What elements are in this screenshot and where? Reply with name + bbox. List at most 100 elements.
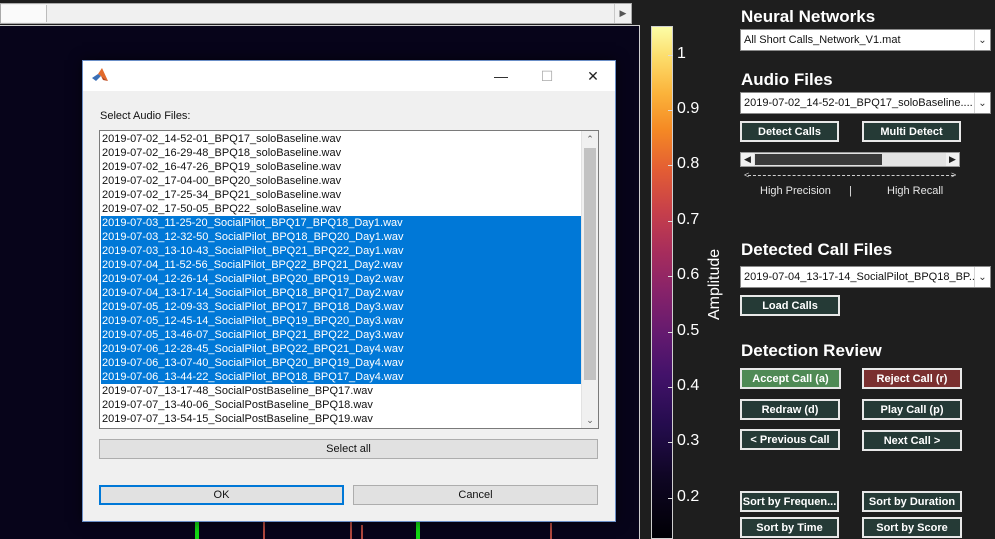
time-scrollbar-thumb[interactable] xyxy=(1,5,47,22)
previous-call-button[interactable]: < Previous Call xyxy=(740,429,840,450)
dialog-prompt: Select Audio Files: xyxy=(100,110,191,122)
dialog-titlebar[interactable]: — ☐ ✕ xyxy=(83,61,615,91)
slider-right-arrow-icon[interactable]: ▶ xyxy=(946,153,959,166)
listbox-scrollbar[interactable]: ⌃ ⌄ xyxy=(581,131,598,428)
high-recall-label: High Recall xyxy=(887,185,944,197)
maximize-button[interactable]: ☐ xyxy=(524,61,570,91)
amplitude-colorbar xyxy=(651,26,673,539)
list-item[interactable]: 2019-07-06_13-44-22_SocialPilot_BPQ18_BP… xyxy=(101,370,582,384)
list-item[interactable]: 2019-07-04_11-52-56_SocialPilot_BPQ22_BP… xyxy=(101,258,582,272)
list-item[interactable]: 2019-07-02_14-52-01_BPQ17_soloBaseline.w… xyxy=(101,132,341,146)
sort-by-frequency-button[interactable]: Sort by Frequen... xyxy=(740,491,839,512)
colorbar-label: Amplitude xyxy=(706,248,723,320)
spectrogram-call-blip xyxy=(361,525,363,539)
colorbar-tick-mark xyxy=(668,110,673,111)
list-item[interactable]: 2019-07-02_17-50-05_BPQ22_soloBaseline.w… xyxy=(101,202,341,216)
sort-by-score-button[interactable]: Sort by Score xyxy=(862,517,962,538)
sort-by-time-button[interactable]: Sort by Time xyxy=(740,517,839,538)
minimize-button[interactable]: — xyxy=(478,61,524,91)
colorbar-tick-mark xyxy=(668,165,673,166)
colorbar-tick-label: 0.5 xyxy=(677,322,700,339)
colorbar-tick-mark xyxy=(668,276,673,277)
chevron-down-icon[interactable]: ⌄ xyxy=(974,30,990,50)
slider-position xyxy=(755,154,882,165)
call-marker xyxy=(195,519,199,539)
detection-review-title: Detection Review xyxy=(741,341,882,360)
precision-recall-slider[interactable]: ◀ ▶ xyxy=(740,152,960,167)
list-item[interactable]: 2019-07-04_13-17-14_SocialPilot_BPQ18_BP… xyxy=(101,286,582,300)
list-item[interactable]: 2019-07-07_13-17-48_SocialPostBaseline_B… xyxy=(101,384,373,398)
colorbar-tick-label: 0.6 xyxy=(677,266,700,283)
matlab-icon xyxy=(92,68,108,81)
list-item[interactable]: 2019-07-07_13-40-06_SocialPostBaseline_B… xyxy=(101,398,373,412)
audio-file-select[interactable]: 2019-07-02_14-52-01_BPQ17_soloBaseline..… xyxy=(740,92,991,114)
colorbar-tick-mark xyxy=(668,55,673,56)
slider-separator: | xyxy=(849,185,852,197)
colorbar-tick-label: 0.9 xyxy=(677,100,700,117)
spectrogram-call-blip xyxy=(263,519,265,539)
list-item[interactable]: 2019-07-05_12-09-33_SocialPilot_BPQ17_BP… xyxy=(101,300,582,314)
list-item[interactable]: 2019-07-04_12-26-14_SocialPilot_BPQ20_BP… xyxy=(101,272,582,286)
list-item[interactable]: 2019-07-02_17-25-34_BPQ21_soloBaseline.w… xyxy=(101,188,341,202)
scroll-right-arrow-icon[interactable]: ▶ xyxy=(614,4,631,23)
spectrogram-call-blip xyxy=(550,523,552,539)
colorbar-tick-mark xyxy=(668,442,673,443)
redraw-button[interactable]: Redraw (d) xyxy=(740,399,840,420)
colorbar-tick-label: 0.3 xyxy=(677,432,700,449)
multi-detect-button[interactable]: Multi Detect xyxy=(862,121,961,142)
chevron-down-icon[interactable]: ⌄ xyxy=(974,93,990,113)
list-item[interactable]: 2019-07-02_16-29-48_BPQ18_soloBaseline.w… xyxy=(101,146,341,160)
call-marker xyxy=(416,519,420,539)
neural-networks-title: Neural Networks xyxy=(741,7,876,26)
list-item[interactable]: 2019-07-03_13-10-43_SocialPilot_BPQ21_BP… xyxy=(101,244,582,258)
detected-call-file-select[interactable]: 2019-07-04_13-17-14_SocialPilot_BPQ18_BP… xyxy=(740,266,991,288)
cancel-button[interactable]: Cancel xyxy=(353,485,598,505)
next-call-button[interactable]: Next Call > xyxy=(862,430,962,451)
list-item[interactable]: 2019-07-02_16-47-26_BPQ19_soloBaseline.w… xyxy=(101,160,341,174)
scroll-up-arrow-icon[interactable]: ⌃ xyxy=(582,131,598,147)
colorbar-tick-label: 0.4 xyxy=(677,377,700,394)
list-item[interactable]: 2019-07-03_11-25-20_SocialPilot_BPQ17_BP… xyxy=(101,216,582,230)
colorbar-tick-label: 0.8 xyxy=(677,155,700,172)
range-left-arrow-icon: < xyxy=(744,170,750,180)
high-precision-label: High Precision xyxy=(760,185,831,197)
accept-call-button[interactable]: Accept Call (a) xyxy=(740,368,841,389)
load-calls-button[interactable]: Load Calls xyxy=(740,295,840,316)
slider-range-line xyxy=(748,175,954,176)
network-select-value: All Short Calls_Network_V1.mat xyxy=(744,34,901,46)
detected-call-file-select-value: 2019-07-04_13-17-14_SocialPilot_BPQ18_BP… xyxy=(744,271,979,283)
colorbar-tick-mark xyxy=(668,332,673,333)
slider-left-arrow-icon[interactable]: ◀ xyxy=(741,153,754,166)
sort-by-duration-button[interactable]: Sort by Duration xyxy=(862,491,962,512)
colorbar-tick-label: 1 xyxy=(677,45,686,62)
colorbar-tick-label: 0.2 xyxy=(677,488,700,505)
select-audio-files-dialog: — ☐ ✕ Select Audio Files: 2019-07-02_14-… xyxy=(82,60,616,522)
list-item[interactable]: 2019-07-05_13-46-07_SocialPilot_BPQ21_BP… xyxy=(101,328,582,342)
select-all-button[interactable]: Select all xyxy=(99,439,598,459)
detected-call-files-title: Detected Call Files xyxy=(741,240,893,259)
audio-files-title: Audio Files xyxy=(741,70,833,89)
colorbar-tick-mark xyxy=(668,221,673,222)
detect-calls-button[interactable]: Detect Calls xyxy=(740,121,839,142)
chevron-down-icon[interactable]: ⌄ xyxy=(974,267,990,287)
scrollbar-thumb[interactable] xyxy=(584,148,596,380)
audio-file-select-value: 2019-07-02_14-52-01_BPQ17_soloBaseline..… xyxy=(744,97,973,109)
close-button[interactable]: ✕ xyxy=(570,61,616,91)
colorbar-tick-mark xyxy=(668,387,673,388)
range-right-arrow-icon: > xyxy=(951,170,957,180)
time-scrollbar[interactable]: ▶ xyxy=(0,3,632,24)
reject-call-button[interactable]: Reject Call (r) xyxy=(862,368,962,389)
list-item[interactable]: 2019-07-06_13-07-40_SocialPilot_BPQ20_BP… xyxy=(101,356,582,370)
ok-button[interactable]: OK xyxy=(99,485,344,505)
colorbar-tick-mark xyxy=(668,498,673,499)
play-call-button[interactable]: Play Call (p) xyxy=(862,399,962,420)
list-item[interactable]: 2019-07-07_13-54-15_SocialPostBaseline_B… xyxy=(101,412,373,426)
network-select[interactable]: All Short Calls_Network_V1.mat ⌄ xyxy=(740,29,991,51)
list-item[interactable]: 2019-07-03_12-32-50_SocialPilot_BPQ18_BP… xyxy=(101,230,582,244)
colorbar-tick-label: 0.7 xyxy=(677,211,700,228)
list-item[interactable]: 2019-07-06_12-28-45_SocialPilot_BPQ22_BP… xyxy=(101,342,582,356)
list-item[interactable]: 2019-07-05_12-45-14_SocialPilot_BPQ19_BP… xyxy=(101,314,582,328)
scroll-down-arrow-icon[interactable]: ⌄ xyxy=(582,412,598,428)
list-item[interactable]: 2019-07-02_17-04-00_BPQ20_soloBaseline.w… xyxy=(101,174,341,188)
audio-file-listbox[interactable]: 2019-07-02_14-52-01_BPQ17_soloBaseline.w… xyxy=(99,130,599,429)
